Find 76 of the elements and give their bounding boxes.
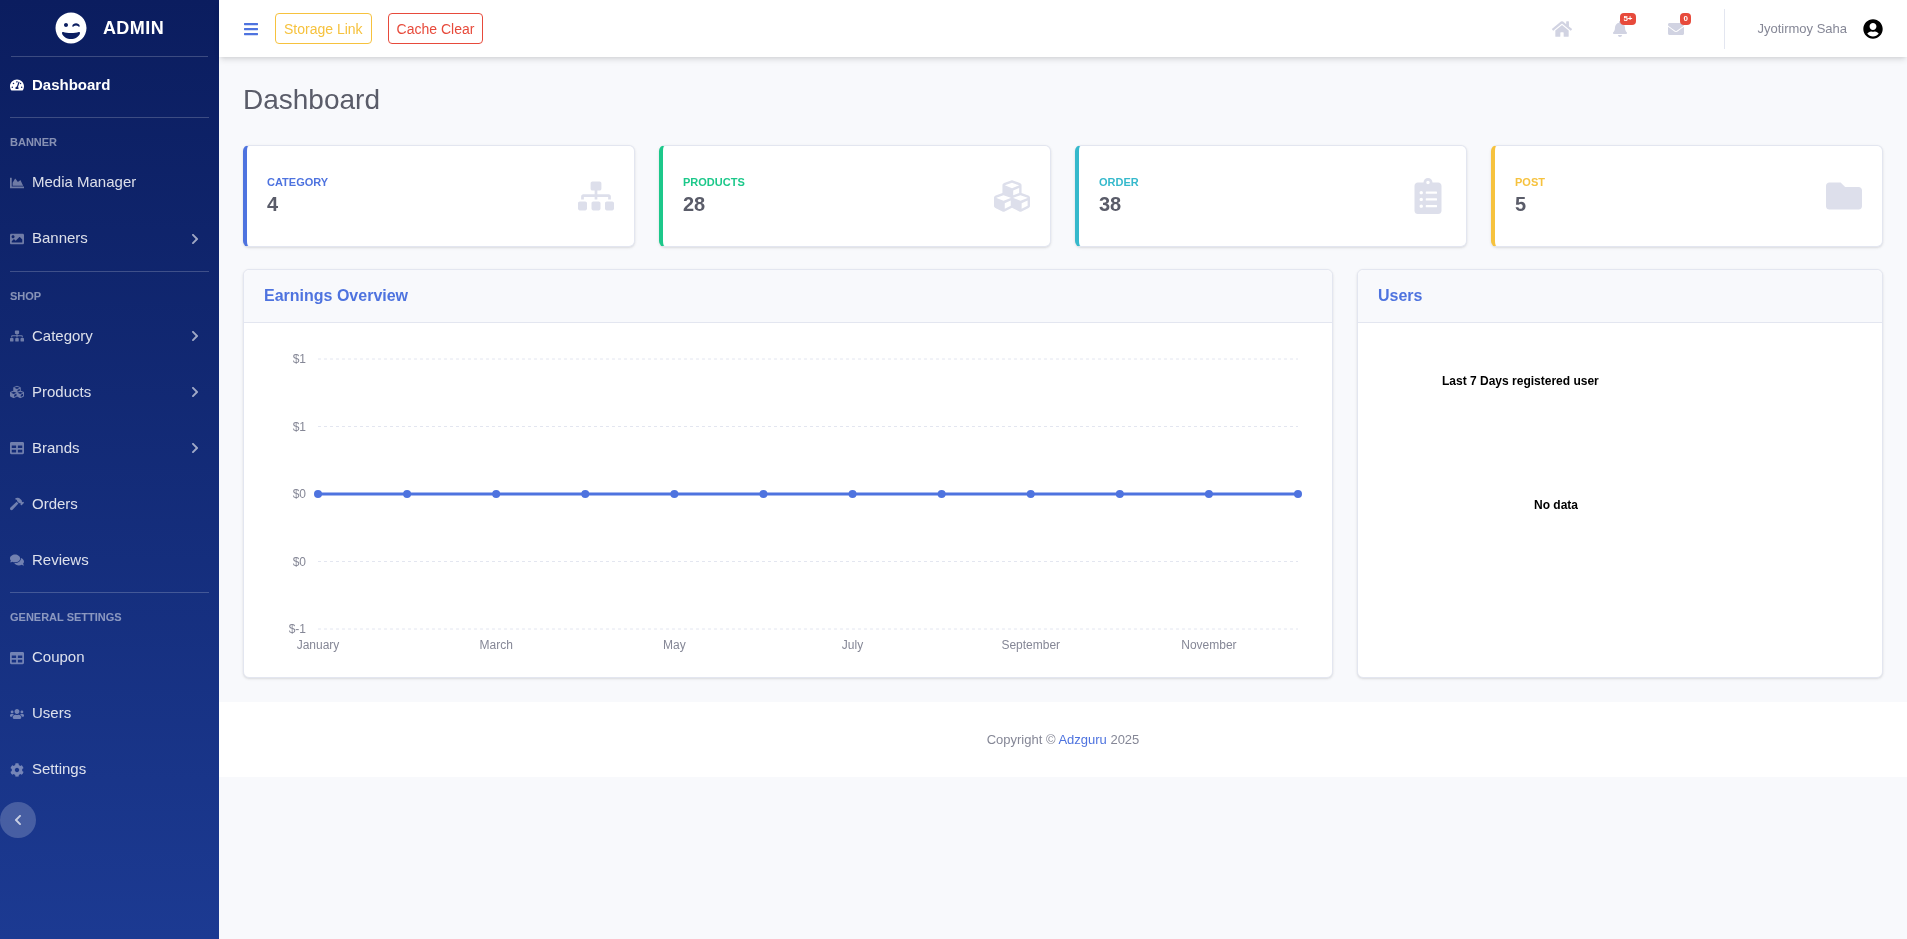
table-icon <box>10 650 24 665</box>
comments-icon <box>10 553 24 567</box>
data-point <box>1026 490 1035 498</box>
bell-icon[interactable] <box>1612 20 1629 37</box>
y-tick-label: $1 <box>292 419 306 434</box>
collapse-sidebar-button[interactable] <box>0 801 36 838</box>
stat-value: 28 <box>683 192 707 218</box>
stat-label: POST <box>1515 174 1546 190</box>
table-icon <box>10 441 24 455</box>
nav-item[interactable]: Reviews <box>10 532 209 588</box>
x-tick-label: May <box>663 638 686 652</box>
nav-item[interactable]: Media Manager <box>10 154 209 211</box>
nav-item[interactable]: Brands <box>10 420 209 476</box>
outline-button[interactable]: Cache Clear <box>387 13 484 44</box>
area-chart-icon <box>10 175 24 190</box>
data-point <box>1204 490 1213 498</box>
notification-count-badge: 5+ <box>1620 12 1636 25</box>
section-heading: SHOP <box>10 288 43 304</box>
settings-icon <box>10 762 24 777</box>
section-heading: BANNER <box>10 135 59 150</box>
stat-value: 38 <box>1099 192 1123 218</box>
chart-title: Last 7 Days registered user <box>1442 373 1599 389</box>
nav-item[interactable]: Settings <box>10 741 209 798</box>
chevron-left-icon <box>12 813 24 826</box>
nav-item[interactable]: Coupon <box>10 629 209 686</box>
y-tick-label: $-1 <box>288 622 306 636</box>
data-point <box>759 490 768 498</box>
x-tick-label: September <box>1001 638 1061 652</box>
x-tick-label: July <box>841 638 864 652</box>
data-point <box>1294 490 1302 498</box>
nav-item[interactable]: Dashboard <box>10 57 209 113</box>
y-tick-label: $0 <box>292 554 306 569</box>
company-link[interactable]: Adzguru <box>1058 731 1107 747</box>
y-tick-label: $1 <box>292 352 306 366</box>
copyright-text: Copyright © Adzguru 2025 <box>986 730 1140 749</box>
x-tick-label: January <box>296 638 340 652</box>
section-heading: GENERAL SETTINGS <box>10 610 123 625</box>
hammer-icon <box>10 497 24 511</box>
gauge-icon <box>10 78 24 92</box>
stat-label: CATEGORY <box>267 174 330 190</box>
winking-face-logo-icon <box>54 12 87 44</box>
card-title: Users <box>1378 286 1423 306</box>
y-tick-label: $0 <box>292 487 306 501</box>
data-point <box>848 490 857 498</box>
message-count-badge: 0 <box>1680 12 1691 25</box>
card-title: Earnings Overview <box>264 286 409 306</box>
stat-label: PRODUCTS <box>683 174 746 190</box>
stat-value: 5 <box>1515 192 1528 218</box>
nav-item[interactable]: Banners <box>10 210 209 267</box>
nav-item[interactable]: Orders <box>10 476 209 532</box>
envelope-icon[interactable] <box>1668 20 1685 37</box>
user-name[interactable]: Jyotirmoy Saha <box>1757 18 1847 39</box>
data-point <box>314 490 322 498</box>
brand-name[interactable]: ADMIN <box>102 14 165 42</box>
data-point <box>581 490 590 498</box>
image-icon <box>10 231 24 246</box>
cubes-icon <box>10 385 24 399</box>
x-tick-label: November <box>1181 638 1237 652</box>
page-title: Dashboard <box>243 83 381 117</box>
data-point <box>937 490 946 498</box>
data-point <box>403 490 412 498</box>
sitemap-icon <box>10 329 24 343</box>
data-point <box>670 490 679 498</box>
stat-value: 4 <box>267 192 280 218</box>
data-point <box>492 490 501 498</box>
data-point <box>1115 490 1124 498</box>
x-tick-label: March <box>479 638 513 652</box>
nav-item[interactable]: Users <box>10 685 209 742</box>
user-avatar-icon[interactable] <box>1863 18 1883 39</box>
nav-item[interactable]: Category <box>10 308 209 364</box>
users-icon <box>10 706 24 721</box>
stat-label: ORDER <box>1099 174 1140 190</box>
menu-icon[interactable] <box>243 20 259 37</box>
nav-item[interactable]: Products <box>10 364 209 420</box>
cubes-icon <box>994 178 1030 214</box>
empty-chart-message: No data <box>1534 497 1578 513</box>
